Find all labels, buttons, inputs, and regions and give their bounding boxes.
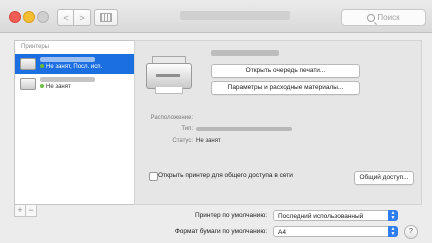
default-printer-popup[interactable]: Последний использованный ▲ ▼ — [273, 210, 398, 221]
search-placeholder: Поиск — [377, 13, 400, 22]
popup-arrows-icon: ▲ ▼ — [388, 210, 398, 221]
printer-name — [40, 57, 95, 62]
search-field[interactable]: Поиск — [341, 9, 426, 26]
help-button[interactable]: ? — [404, 225, 418, 239]
grid-icon — [100, 13, 112, 22]
status-value: Не занят — [196, 138, 221, 144]
printer-list-header: Принтеры — [21, 44, 49, 50]
printer-list[interactable]: Принтеры Не занят, Посл. исп. Не занят — [14, 40, 135, 205]
selected-printer-name — [211, 50, 279, 56]
share-printer-label[interactable]: Открыть принтер для общего доступа в сет… — [158, 172, 293, 179]
printer-list-controls: + − — [14, 204, 37, 217]
remove-printer-button[interactable]: − — [25, 204, 37, 217]
printer-icon — [20, 58, 36, 70]
show-all-button[interactable] — [94, 9, 118, 26]
minimize-window-button[interactable] — [23, 11, 35, 23]
share-printer-checkbox[interactable] — [149, 172, 158, 181]
default-printer-value: Последний использованный — [278, 213, 364, 220]
title-bar: < > Поиск — [0, 0, 432, 33]
type-label: Тип: — [181, 126, 193, 132]
default-printer-label: Принтер по умолчанию: — [194, 212, 267, 219]
popup-arrows-icon: ▲ ▼ — [388, 226, 398, 237]
printer-item-2[interactable]: Не занят — [15, 74, 134, 94]
sharing-preferences-button[interactable]: Общий доступ... — [354, 171, 414, 185]
printer-status: Не занят — [40, 84, 71, 90]
printer-name — [40, 77, 95, 82]
paper-size-popup[interactable]: A4 ▲ ▼ — [273, 226, 398, 237]
status-label: Статус: — [172, 138, 193, 144]
printer-status: Не занят, Посл. исп. — [40, 64, 102, 70]
paper-size-value: A4 — [278, 229, 286, 236]
options-supplies-button[interactable]: Параметры и расходные материалы... — [211, 81, 360, 95]
zoom-window-button[interactable] — [37, 11, 49, 23]
search-icon — [367, 13, 376, 22]
type-value — [196, 127, 292, 131]
chevron-left-icon: < — [63, 12, 69, 23]
chevron-right-icon: > — [79, 12, 85, 23]
printer-icon — [20, 78, 36, 90]
close-window-button[interactable] — [9, 11, 21, 23]
open-print-queue-button[interactable]: Открыть очередь печати... — [211, 64, 360, 78]
status-dot-icon — [40, 84, 44, 89]
forward-button[interactable]: > — [73, 9, 91, 26]
paper-size-label: Формат бумаги по умолчанию: — [174, 228, 267, 235]
status-dot-icon — [40, 64, 44, 69]
printer-item-1[interactable]: Не занят, Посл. исп. — [15, 54, 134, 74]
location-label: Расположение: — [150, 115, 193, 121]
window-title — [180, 11, 290, 20]
printer-large-icon — [146, 56, 192, 94]
